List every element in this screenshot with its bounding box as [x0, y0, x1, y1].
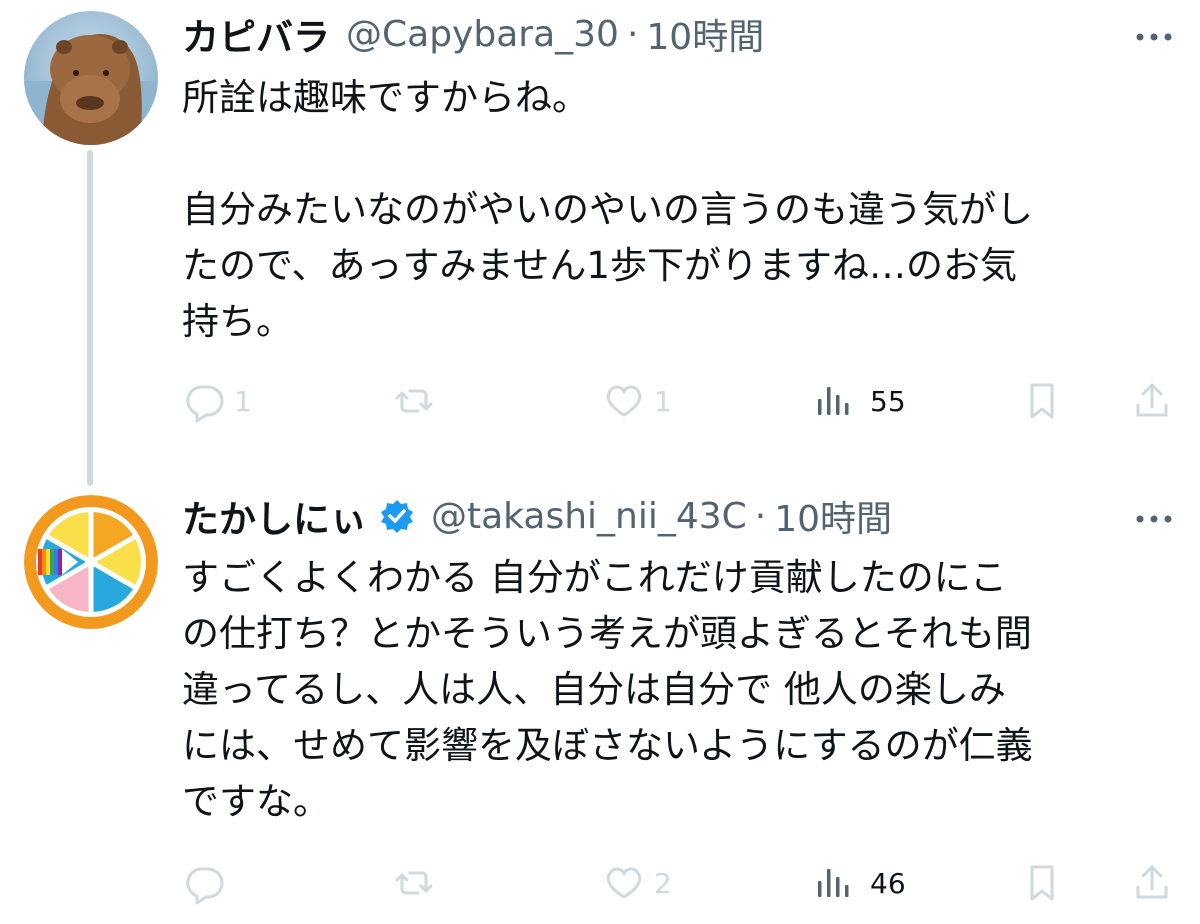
tweet-text-line: には、せめて影響を及ぼさないようにするのが仁義: [182, 724, 1033, 767]
bookmark-icon: [1030, 383, 1054, 419]
more-icon[interactable]: [1132, 504, 1176, 534]
bookmark-icon: [1030, 865, 1054, 901]
views-icon: [818, 387, 849, 415]
tweet[interactable]: カピバラ @Capybara_30 · 10時間 所詮は趣味ですからね。 自分み…: [0, 0, 1200, 470]
retweet-icon: [395, 389, 433, 413]
tweet-text: すごくよくわかる 自分がこれだけ貢献したのにこ の仕打ち？とかそういう考えが頭よ…: [182, 550, 1172, 830]
user-handle[interactable]: @takashi_nii_43C: [431, 496, 747, 537]
share-button[interactable]: [1130, 376, 1174, 426]
views-count: 55: [870, 384, 906, 418]
reply-icon: [186, 867, 224, 905]
views-button[interactable]: 55: [812, 376, 906, 426]
views-button[interactable]: 46: [812, 858, 906, 908]
timestamp[interactable]: 10時間: [774, 490, 892, 542]
verified-badge-icon[interactable]: [379, 498, 415, 534]
share-button[interactable]: [1130, 858, 1174, 908]
bookmark-button[interactable]: [1020, 858, 1064, 908]
tweet-header: カピバラ @Capybara_30 · 10時間: [182, 7, 764, 61]
action-bar: 2 46: [182, 858, 1177, 908]
like-icon: [606, 385, 642, 417]
views-icon: [818, 869, 849, 897]
more-icon[interactable]: [1132, 22, 1176, 52]
tweet-text-line: 所詮は趣味ですからね。: [182, 76, 589, 119]
like-button[interactable]: 2: [602, 858, 672, 908]
views-count: 46: [870, 866, 906, 900]
bookmark-button[interactable]: [1020, 376, 1064, 426]
tweet-text-line: の仕打ち？とかそういう考えが頭よぎるとそれも間: [182, 612, 1032, 655]
tweet-text-line: 違ってるし、人は人、自分は自分で 他人の楽しみ: [182, 668, 1006, 711]
like-count: 2: [654, 866, 672, 900]
like-button[interactable]: 1: [602, 376, 672, 426]
tweet-text-line: 持ち。: [182, 300, 293, 343]
avatar[interactable]: [24, 495, 158, 629]
reply-count: 1: [234, 384, 252, 418]
tweet-text-line: ですな。: [182, 780, 330, 823]
separator-dot: ·: [754, 495, 767, 537]
share-icon: [1136, 865, 1168, 899]
tweet-text-line: 自分みたいなのがやいのやいの言うのも違う気がし: [182, 188, 1033, 231]
timestamp[interactable]: 10時間: [646, 8, 764, 60]
like-count: 1: [654, 384, 672, 418]
action-bar: 1 1 55: [182, 376, 1177, 426]
retweet-icon: [395, 871, 433, 895]
avatar[interactable]: [24, 11, 158, 145]
display-name[interactable]: たかしにぃ: [182, 489, 367, 543]
retweet-button[interactable]: [392, 858, 444, 908]
tweet[interactable]: たかしにぃ @takashi_nii_43C · 10時間 すごくよくわかる 自…: [0, 470, 1200, 924]
reply-button[interactable]: [182, 858, 234, 908]
separator-dot: ·: [626, 13, 639, 55]
user-handle[interactable]: @Capybara_30: [346, 14, 619, 55]
reply-button[interactable]: 1: [182, 376, 252, 426]
tweet-text: 所詮は趣味ですからね。 自分みたいなのがやいのやいの言うのも違う気がし たので、…: [182, 70, 1172, 350]
like-icon: [606, 867, 642, 899]
tweet-text-line: たので、あっすみません1歩下がりますね…のお気: [182, 244, 1017, 287]
tweet-header: たかしにぃ @takashi_nii_43C · 10時間: [182, 489, 892, 543]
tweet-text-line: すごくよくわかる 自分がこれだけ貢献したのにこ: [182, 556, 1008, 599]
share-icon: [1136, 383, 1168, 417]
retweet-button[interactable]: [392, 376, 444, 426]
display-name[interactable]: カピバラ: [182, 7, 330, 61]
reply-icon: [186, 385, 224, 423]
